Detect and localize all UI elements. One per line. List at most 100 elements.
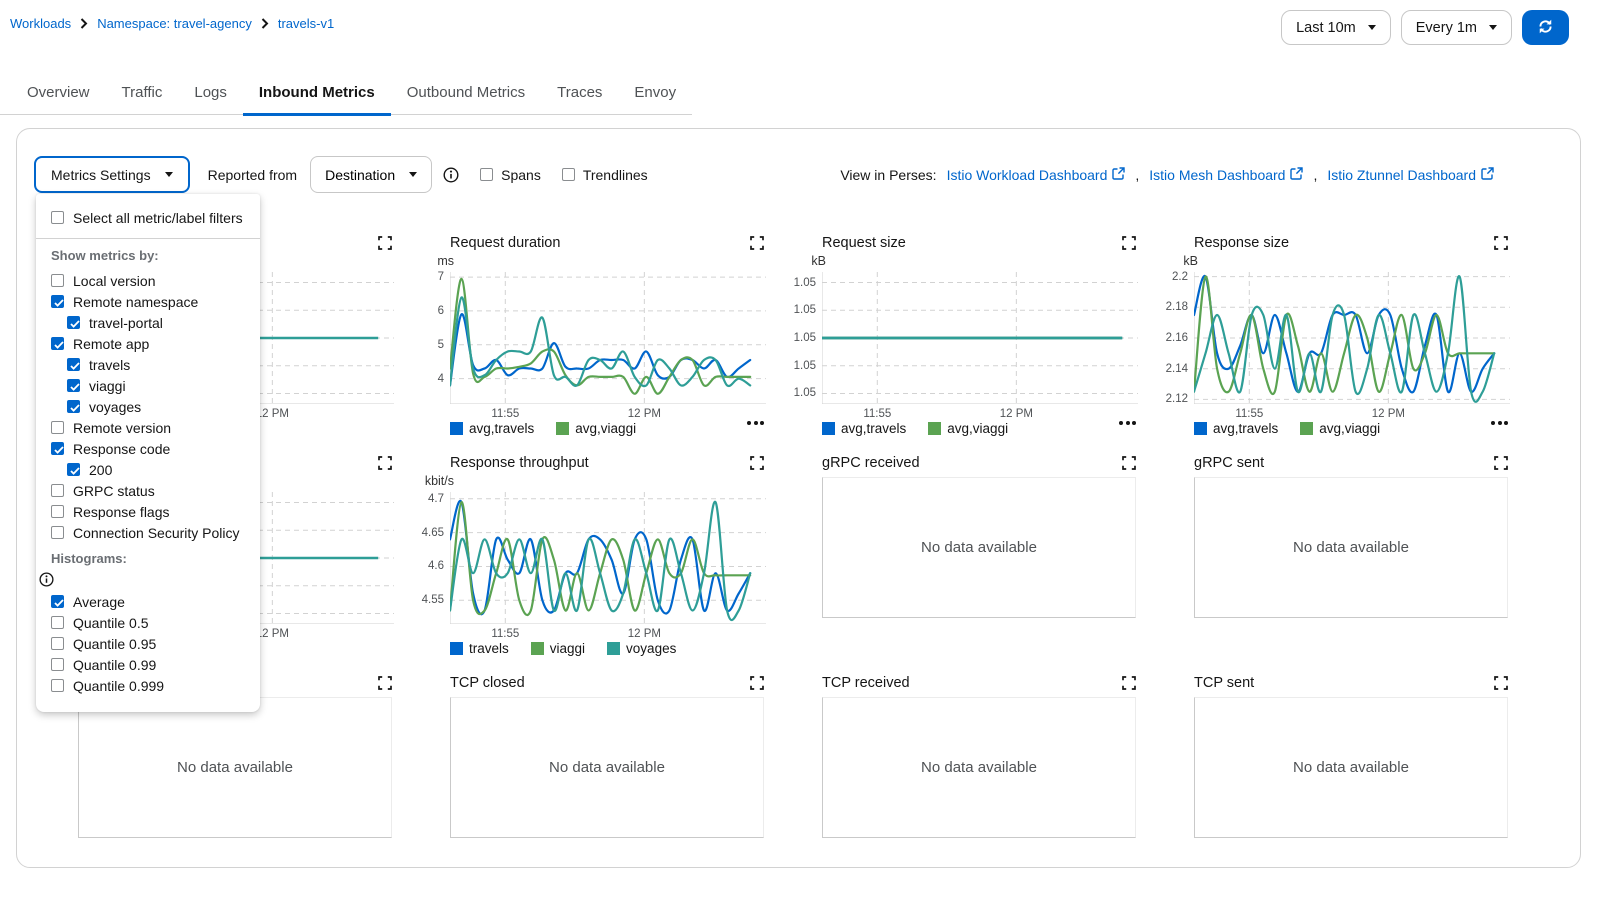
checkbox[interactable] [51,211,64,224]
menu-item-quantile-0.5[interactable]: Quantile 0.5 [36,612,260,633]
trendlines-checkbox[interactable]: Trendlines [562,167,648,183]
menu-item-viaggi[interactable]: viaggi [36,375,260,396]
checkbox[interactable] [51,505,64,518]
no-data-label: No data available [1293,539,1409,556]
menu-item-response-flags[interactable]: Response flags [36,501,260,522]
tab-traces[interactable]: Traces [541,76,618,114]
expand-icon[interactable] [1494,236,1508,253]
tab-envoy[interactable]: Envoy [618,76,692,114]
tab-outbound-metrics[interactable]: Outbound Metrics [391,76,541,114]
legend-item-avg-viaggi[interactable]: avg,viaggi [1300,421,1380,436]
legend-item-avg-viaggi[interactable]: avg,viaggi [928,421,1008,436]
histograms-info-icon[interactable] [39,572,54,592]
menu-item-grpc-status[interactable]: GRPC status [36,480,260,501]
checkbox[interactable] [51,616,64,629]
legend-overflow-icon[interactable] [1491,421,1508,425]
tab-overview[interactable]: Overview [11,76,106,114]
menu-item-travel-portal[interactable]: travel-portal [36,312,260,333]
checkbox[interactable] [51,274,64,287]
checkbox[interactable] [67,316,80,329]
expand-icon[interactable] [750,456,764,473]
menu-item-voyages[interactable]: voyages [36,396,260,417]
spans-checkbox-box[interactable] [480,168,493,181]
y-axis-tick-label: 4.7 [404,493,444,505]
legend-item-voyages[interactable]: voyages [607,641,676,656]
checkbox[interactable] [67,463,80,476]
no-data-label: No data available [921,759,1037,776]
menu-item-quantile-0.95[interactable]: Quantile 0.95 [36,633,260,654]
legend-label: avg,viaggi [575,421,636,436]
menu-item-select-all[interactable]: Select all metric/label filters [36,207,260,228]
menu-item-response-code[interactable]: Response code [36,438,260,459]
tab-traffic[interactable]: Traffic [106,76,179,114]
reporter-info-icon[interactable] [443,167,459,183]
checkbox[interactable] [51,295,64,308]
menu-item-connection-security-policy[interactable]: Connection Security Policy [36,522,260,543]
legend-overflow-icon[interactable] [747,421,764,425]
duration-dropdown[interactable]: Last 10m [1281,10,1391,45]
tab-logs[interactable]: Logs [178,76,243,114]
expand-icon[interactable] [1494,456,1508,473]
menu-item-local-version[interactable]: Local version [36,270,260,291]
checkbox[interactable] [51,337,64,350]
perses-link-2[interactable]: Istio Mesh Dashboard [1149,167,1303,183]
trendlines-checkbox-box[interactable] [562,168,575,181]
y-axis-tick-label: 4.55 [404,594,444,606]
menu-item-travels[interactable]: travels [36,354,260,375]
menu-item-average[interactable]: Average [36,591,260,612]
perses-link-3[interactable]: Istio Ztunnel Dashboard [1327,167,1494,183]
chart-panel-request-duration: Request durationms765411:5512 PMavg,trav… [406,229,778,449]
metrics-settings-dropdown[interactable]: Metrics Settings [34,156,190,193]
expand-icon[interactable] [378,456,392,473]
refresh-interval-dropdown[interactable]: Every 1m [1401,10,1512,45]
checkbox[interactable] [67,400,80,413]
breadcrumb-item[interactable]: travels-v1 [278,16,334,31]
legend-item-travels[interactable]: travels [450,641,509,656]
checkbox[interactable] [67,379,80,392]
expand-icon[interactable] [750,676,764,693]
legend-item-viaggi[interactable]: viaggi [531,641,585,656]
y-axis-tick-label: 2.14 [1148,363,1188,375]
menu-item-quantile-0.99[interactable]: Quantile 0.99 [36,654,260,675]
refresh-button[interactable] [1522,10,1569,45]
breadcrumb-item[interactable]: Workloads [10,16,71,31]
reporter-dropdown[interactable]: Destination [310,156,432,193]
menu-item-200[interactable]: 200 [36,459,260,480]
expand-icon[interactable] [1122,236,1136,253]
tab-inbound-metrics[interactable]: Inbound Metrics [243,76,391,114]
expand-icon[interactable] [750,236,764,253]
menu-item-remote-version[interactable]: Remote version [36,417,260,438]
checkbox[interactable] [51,658,64,671]
checkbox[interactable] [51,421,64,434]
expand-icon[interactable] [378,236,392,253]
expand-icon[interactable] [378,676,392,693]
perses-link-1[interactable]: Istio Workload Dashboard [947,167,1126,183]
checkbox[interactable] [67,358,80,371]
expand-icon[interactable] [1122,676,1136,693]
checkbox[interactable] [51,637,64,650]
menu-item-quantile-0.999[interactable]: Quantile 0.999 [36,675,260,696]
legend-item-avg-viaggi[interactable]: avg,viaggi [556,421,636,436]
menu-item-remote-app[interactable]: Remote app [36,333,260,354]
checkbox[interactable] [51,526,64,539]
checkbox[interactable] [51,484,64,497]
legend-item-avg-travels[interactable]: avg,travels [1194,421,1278,436]
legend-item-avg-travels[interactable]: avg,travels [822,421,906,436]
breadcrumb-item[interactable]: Namespace: travel-agency [97,16,252,31]
spans-checkbox[interactable]: Spans [480,167,541,183]
expand-icon[interactable] [1494,676,1508,693]
checkbox[interactable] [51,679,64,692]
menu-item-label: viaggi [89,378,126,394]
y-axis-tick-label: 1.05 [776,360,816,372]
checkbox[interactable] [51,442,64,455]
expand-icon[interactable] [1122,456,1136,473]
series-line-avg,viaggi [1194,276,1494,394]
legend-overflow-icon[interactable] [1119,421,1136,425]
chevron-down-icon [1368,25,1376,30]
checkbox[interactable] [51,595,64,608]
legend-swatch [531,642,544,655]
menu-item-label: Remote version [73,420,171,436]
legend-item-avg-travels[interactable]: avg,travels [450,421,534,436]
chart-plot: 1.051.051.051.051.0511:5512 PM [822,272,1138,404]
menu-item-remote-namespace[interactable]: Remote namespace [36,291,260,312]
